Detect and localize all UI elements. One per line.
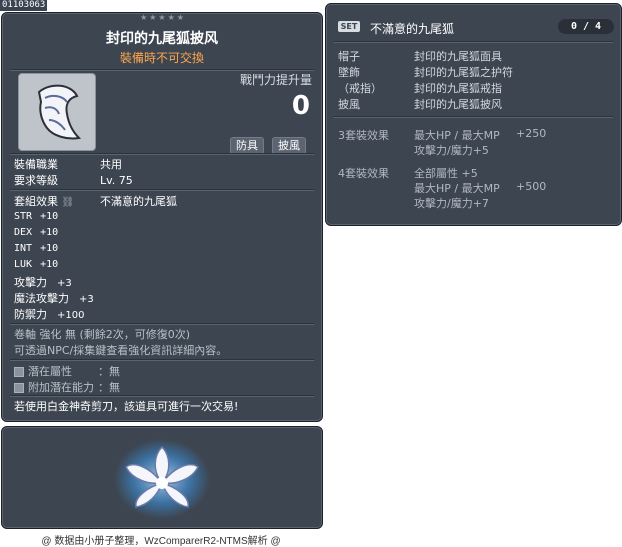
set-bonus-4-label: 4套裝效果 [338,167,389,180]
divider [334,116,613,118]
item-preview [1,426,323,529]
star-rating: ★★★★★ [140,13,186,22]
stat-dex: DEX +10 [14,227,59,238]
nine-tail-fox-cape-icon [114,439,210,519]
divider [10,189,314,191]
divider [10,323,314,325]
stat-defense: 防禦力 +100 [14,308,85,321]
set-bonus-4-line-2: 最大HP / 最大MP +500 [414,180,547,195]
upgrade-note: 卷軸 強化 無 (剩餘2次，可修復0次) [14,328,191,341]
item-tooltip: ★★★★★ 封印的九尾狐披风 裝備時不可交換 戰鬥力提升量 0 防具 披風 裝備… [1,12,323,422]
stat-attack: 攻擊力 +3 [14,276,72,289]
set-piece-pendant: 墜飾 封印的九尾狐之护符 [338,66,513,79]
set-piece-cape: 披風 封印的九尾狐披风 [338,98,502,111]
item-title: 封印的九尾狐披风 [106,31,218,47]
bonus-potential-label: 附加潛在能力 [28,381,94,394]
set-bonus-3-label: 3套裝效果 [338,129,389,142]
link-icon: ⛓ [61,197,75,208]
set-panel: SET 不滿意的九尾狐 0 / 4 帽子 封印的九尾狐面具 墜飾 封印的九尾狐之护符… [325,3,622,226]
scissors-note: 若使用白金神奇剪刀，該道具可進行一次交易! [14,400,239,413]
item-id: 01103063 [0,0,48,11]
divider [10,153,314,155]
divider [10,395,314,397]
job-row: 裝備職業 共用 [14,156,122,172]
set-name: 不滿意的九尾狐 [370,22,455,36]
stat-magic-attack: 魔法攻擊力 +3 [14,292,94,305]
footer-credit: @ 数据由小册子整理，WzComparerR2-NTMS解析 @ [41,536,281,547]
level-row: 要求等級 Lv. 75 [14,172,133,188]
potential-value: ：無 [98,365,120,378]
set-bonus-4-line-3: 攻擊力/魔力+7 [414,197,489,210]
set-effect-label: 套組效果 ⛓ [14,195,75,208]
combat-power-value: 0 [291,91,310,121]
bonus-potential-value: ：無 [98,381,120,394]
set-bonus-3-line-2: 攻擊力/魔力+5 [414,144,489,157]
stat-luk: LUK +10 [14,259,59,270]
job-value: 共用 [100,158,122,171]
set-piece-hat: 帽子 封印的九尾狐面具 [338,50,502,63]
cape-icon [37,84,82,140]
set-badge: SET [338,21,360,32]
upgrade-hint: 可透過NPC/採集鍵查看強化資訊詳細內容。 [14,344,228,357]
bonus-potential-row: 附加潛在能力 ：無 [14,379,120,395]
set-piece-ring: （戒指） 封印的九尾狐戒指 [338,82,502,95]
potential-row: 潛在屬性 ：無 [14,363,120,379]
bonus-potential-icon [14,383,24,393]
set-effect-row[interactable]: 套組效果 ⛓ 不滿意的九尾狐 [14,193,177,209]
set-count: 0 / 4 [558,19,614,34]
level-label: 要求等級 [14,174,58,187]
trade-note: 裝備時不可交換 [119,51,204,65]
item-icon-box [18,73,96,151]
divider [334,41,613,43]
potential-icon [14,367,24,377]
job-label: 裝備職業 [14,158,58,171]
potential-label: 潛在屬性 [28,365,72,378]
combat-power-label: 戰鬥力提升量 [239,73,312,87]
stat-str: STR +10 [14,211,59,222]
divider [10,359,314,361]
stat-int: INT +10 [14,243,59,254]
level-value: Lv. 75 [100,174,133,187]
set-effect-value: 不滿意的九尾狐 [100,195,177,208]
set-bonus-4-line-1: 全部屬性 +5 [414,167,478,180]
set-bonus-3-line-1: 最大HP / 最大MP +250 [414,127,547,142]
